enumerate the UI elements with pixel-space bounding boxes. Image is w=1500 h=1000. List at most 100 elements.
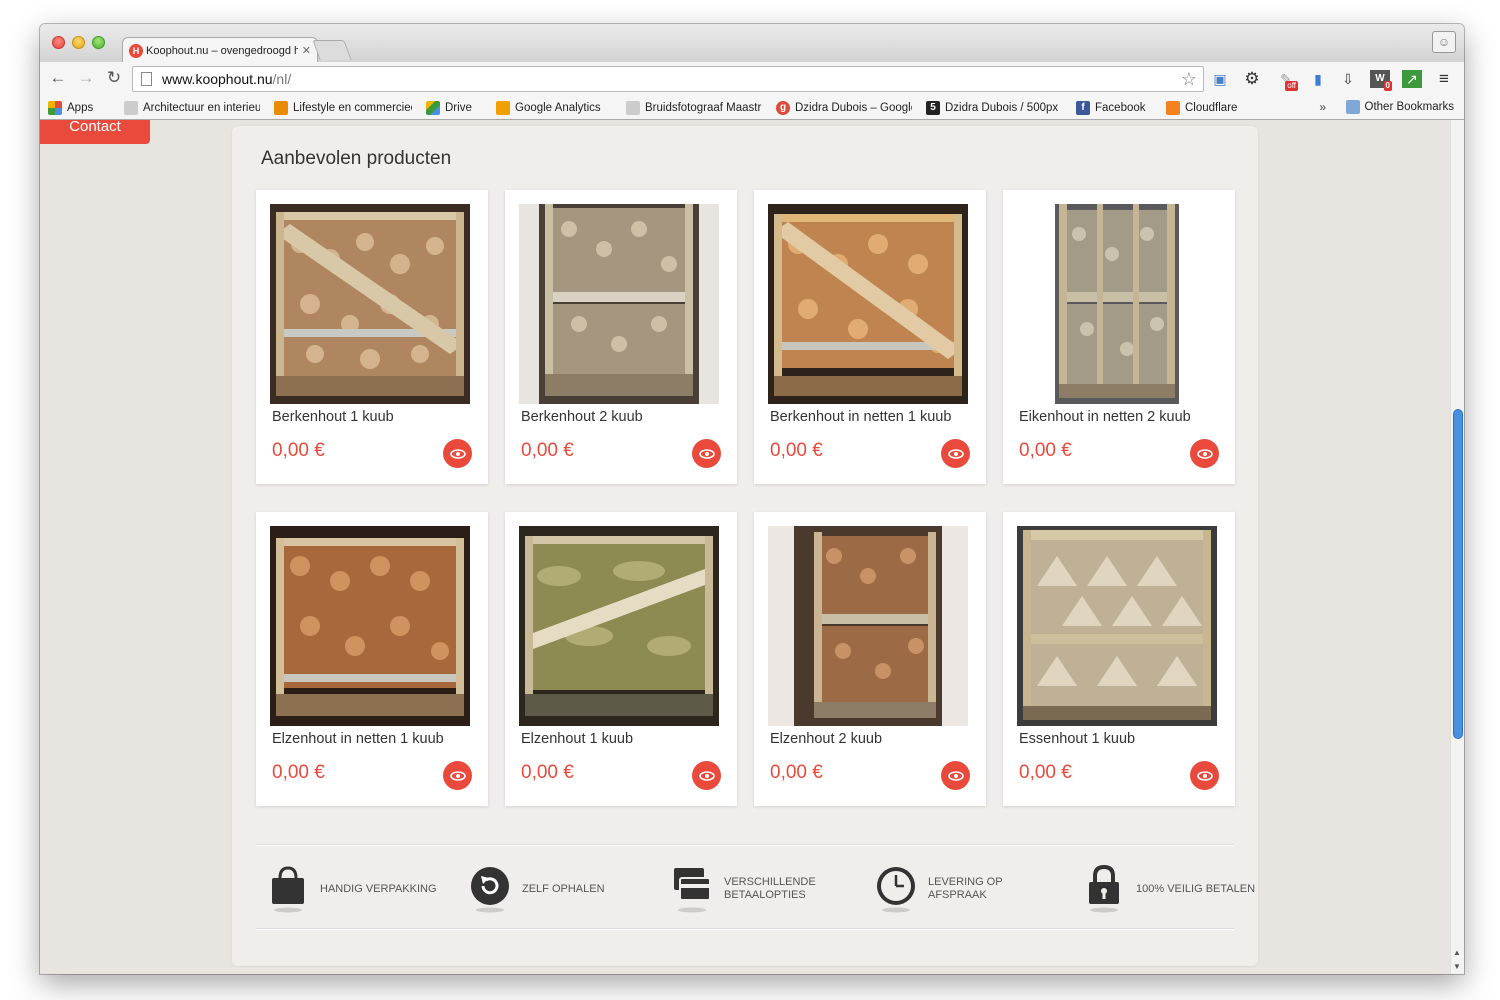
scroll-up-arrow-icon[interactable]: ▲	[1453, 948, 1461, 957]
product-name[interactable]: Elzenhout 1 kuub	[521, 731, 633, 747]
bookmark-star-icon[interactable]: ☆	[1181, 69, 1197, 90]
product-name[interactable]: Berkenhout in netten 1 kuub	[770, 409, 951, 425]
address-bar[interactable]: www.koophout.nu/nl/ ☆	[132, 66, 1204, 92]
chart-extension-icon[interactable]: ▮	[1308, 70, 1328, 88]
bookmark-item[interactable]: Google Analytics	[496, 100, 612, 115]
product-price: 0,00 €	[1019, 762, 1072, 783]
feature-label: Verschillende betaalopties	[724, 876, 816, 901]
view-product-button[interactable]	[692, 439, 721, 468]
folder-page-icon	[626, 100, 640, 115]
product-name[interactable]: Elzenhout in netten 1 kuub	[272, 731, 444, 747]
folder-icon	[1345, 100, 1360, 114]
bookmark-item[interactable]: Cloudflare	[1166, 100, 1246, 115]
scrollbar-thumb[interactable]	[1454, 410, 1462, 738]
bookmark-item[interactable]: Bruidsfotograaf Maastricht	[626, 100, 762, 115]
drive-icon	[426, 100, 440, 115]
maximize-window-button[interactable]	[92, 36, 105, 49]
count-badge: 0	[1383, 81, 1392, 91]
vertical-scrollbar[interactable]: ▲ ▼	[1450, 120, 1464, 974]
view-product-button[interactable]	[941, 761, 970, 790]
view-product-button[interactable]	[941, 439, 970, 468]
eye-icon	[947, 770, 964, 781]
bookmark-item[interactable]: g Dzidra Dubois – Google+	[776, 100, 912, 115]
bookmark-label: Lifestyle en commercieel	[293, 101, 412, 114]
product-image[interactable]	[768, 526, 968, 726]
minimize-window-button[interactable]	[72, 36, 85, 49]
bookmark-label: Google Analytics	[515, 101, 601, 114]
feature-label: Zelf ophalen	[522, 882, 605, 895]
product-image[interactable]	[270, 204, 470, 404]
wr-extension-icon[interactable]: W0	[1370, 70, 1392, 91]
clock-icon	[877, 867, 915, 913]
bookmark-label: Dzidra Dubois – Google+	[795, 101, 912, 114]
product-price: 0,00 €	[1019, 440, 1072, 461]
product-image[interactable]	[1017, 526, 1217, 726]
gear-extension-icon[interactable]: ⚙	[1242, 70, 1262, 88]
contact-button[interactable]: Contact	[40, 120, 150, 144]
eye-icon	[1196, 770, 1213, 781]
feature-item: Verschillende betaalopties	[672, 864, 844, 914]
view-product-button[interactable]	[443, 761, 472, 790]
bookmark-item[interactable]: Apps	[48, 100, 110, 115]
product-name[interactable]: Berkenhout 2 kuub	[521, 409, 643, 425]
product-card[interactable]: Berkenhout in netten 1 kuub 0,00 €	[754, 190, 986, 484]
reload-icon[interactable]: ↻	[104, 68, 124, 88]
scroll-down-arrow-icon[interactable]: ▼	[1453, 962, 1461, 971]
bookmark-label: Bruidsfotograaf Maastricht	[645, 101, 762, 114]
product-name[interactable]: Elzenhout 2 kuub	[770, 731, 882, 747]
product-card[interactable]: Eikenhout in netten 2 kuub 0,00 €	[1003, 190, 1235, 484]
google-plus-icon: g	[776, 100, 790, 115]
product-image[interactable]	[1017, 204, 1217, 404]
more-bookmarks-chevron-icon[interactable]: »	[1319, 100, 1326, 114]
bookmark-label: Drive	[445, 101, 472, 114]
menu-icon[interactable]: ≡	[1434, 70, 1454, 88]
view-product-button[interactable]	[1190, 761, 1219, 790]
product-image[interactable]	[270, 526, 470, 726]
product-image[interactable]	[519, 526, 719, 726]
product-name[interactable]: Berkenhout 1 kuub	[272, 409, 394, 425]
feature-label: 100% veilig betalen	[1136, 882, 1256, 895]
trend-extension-icon[interactable]: ↗	[1402, 70, 1422, 88]
view-product-button[interactable]	[443, 439, 472, 468]
eye-icon	[1196, 448, 1213, 459]
view-product-button[interactable]	[692, 761, 721, 790]
product-name[interactable]: Eikenhout in netten 2 kuub	[1019, 409, 1191, 425]
divider	[256, 928, 1234, 930]
product-price: 0,00 €	[770, 440, 823, 461]
product-name[interactable]: Essenhout 1 kuub	[1019, 731, 1135, 747]
back-icon[interactable]: ←	[48, 68, 68, 88]
product-image[interactable]	[768, 204, 968, 404]
product-card[interactable]: Elzenhout in netten 1 kuub 0,00 €	[256, 512, 488, 806]
screenshot-extension-icon[interactable]: ▣	[1210, 70, 1230, 88]
bookmark-label: Apps	[67, 101, 94, 114]
adblock-extension-icon[interactable]: ✎ off	[1276, 70, 1298, 91]
forward-icon[interactable]: →	[76, 68, 96, 88]
bookmark-item[interactable]: f Facebook	[1076, 100, 1152, 115]
bookmark-item[interactable]: Drive	[426, 100, 482, 115]
browser-tab[interactable]: H Koophout.nu – ovengedroogd haardhout ✕	[122, 37, 318, 63]
tab-title: Koophout.nu – ovengedroogd haardhout	[146, 44, 298, 57]
page-icon	[141, 72, 152, 86]
product-card[interactable]: Elzenhout 2 kuub 0,00 €	[754, 512, 986, 806]
tab-close-icon[interactable]: ✕	[302, 44, 311, 57]
folder-page-icon	[274, 100, 288, 115]
profile-icon[interactable]: ☺	[1432, 31, 1456, 53]
product-card[interactable]: Berkenhout 2 kuub 0,00 €	[505, 190, 737, 484]
section-title: Aanbevolen producten	[261, 148, 452, 169]
bookmark-item[interactable]: 5 Dzidra Dubois / 500px	[926, 100, 1062, 115]
off-badge: off	[1285, 81, 1298, 91]
download-extension-icon[interactable]: ⇩	[1338, 70, 1358, 88]
view-product-button[interactable]	[1190, 439, 1219, 468]
bookmark-item[interactable]: Architectuur en interieur	[124, 100, 260, 115]
bookmark-item[interactable]: Lifestyle en commercieel	[274, 100, 412, 115]
close-window-button[interactable]	[52, 36, 65, 49]
feature-item: Zelf ophalen	[470, 864, 642, 914]
product-image[interactable]	[519, 204, 719, 404]
new-tab-button[interactable]	[312, 40, 352, 60]
credit-card-icon	[674, 868, 711, 913]
product-card[interactable]: Essenhout 1 kuub 0,00 €	[1003, 512, 1235, 806]
product-card[interactable]: Berkenhout 1 kuub 0,00 €	[256, 190, 488, 484]
other-bookmarks[interactable]: Other Bookmarks	[1345, 100, 1454, 114]
product-price: 0,00 €	[521, 762, 574, 783]
product-card[interactable]: Elzenhout 1 kuub 0,00 €	[505, 512, 737, 806]
